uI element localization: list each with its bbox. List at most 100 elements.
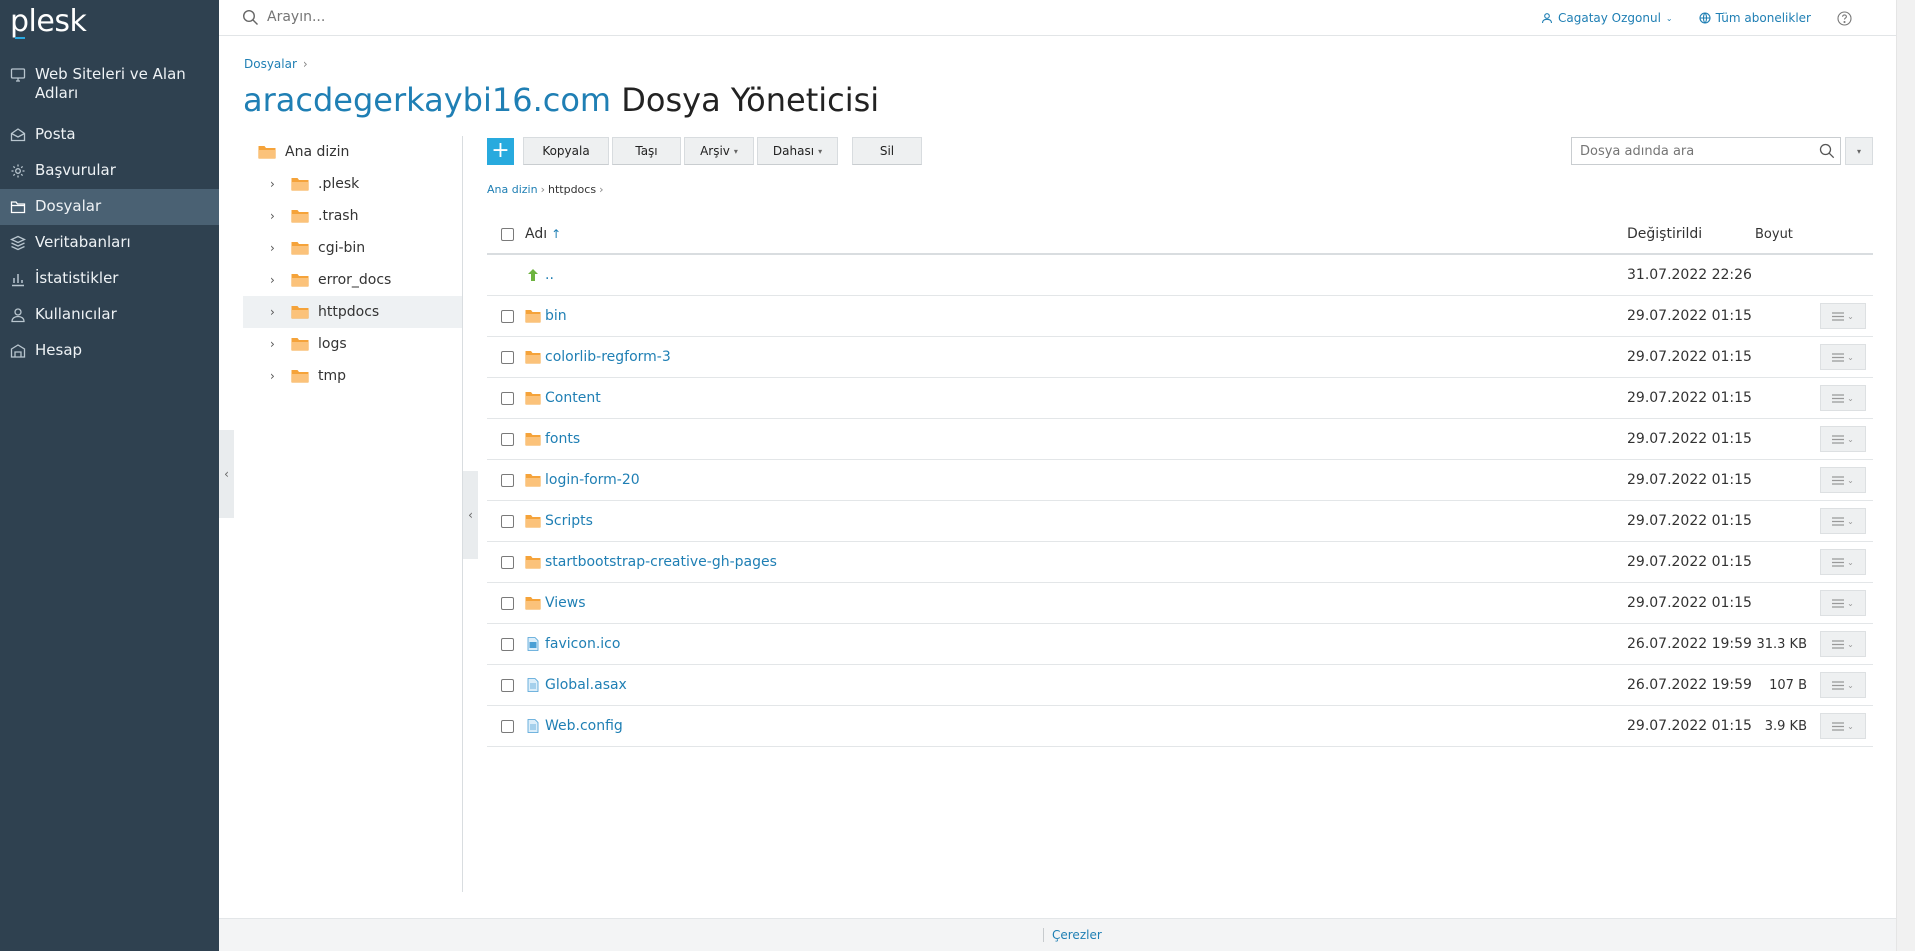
- sidebar-item-users[interactable]: Kullanıcılar: [0, 297, 219, 333]
- sidebar-item-websites[interactable]: Web Siteleri ve Alan Adları: [0, 62, 219, 117]
- table-row[interactable]: startbootstrap-creative-gh-pages 29.07.20…: [487, 542, 1873, 583]
- file-name-link[interactable]: fonts: [545, 431, 580, 447]
- row-checkbox[interactable]: [500, 637, 514, 651]
- global-search-input[interactable]: [267, 6, 567, 28]
- file-name-link[interactable]: bin: [545, 308, 567, 324]
- file-name-link[interactable]: login-form-20: [545, 472, 640, 488]
- sidebar-item-applications[interactable]: Başvurular: [0, 153, 219, 189]
- name-column-header[interactable]: Adı ↑: [525, 226, 1627, 242]
- row-actions-button[interactable]: ⌄: [1820, 713, 1866, 739]
- select-all-checkbox[interactable]: [500, 227, 514, 241]
- folder-icon: [291, 306, 309, 319]
- tree-item-plesk[interactable]: › .plesk: [243, 168, 463, 200]
- row-checkbox[interactable]: [500, 514, 514, 528]
- tree-collapse-handle[interactable]: ‹: [463, 471, 478, 559]
- file-name-link[interactable]: Views: [545, 595, 586, 611]
- table-row[interactable]: fonts 29.07.2022 01:15 ⌄: [487, 419, 1873, 460]
- row-actions-button[interactable]: ⌄: [1820, 549, 1866, 575]
- search-icon[interactable]: [1819, 143, 1835, 159]
- chevron-right-icon[interactable]: ›: [270, 305, 282, 319]
- file-name-link[interactable]: Web.config: [545, 718, 623, 734]
- row-actions-button[interactable]: ⌄: [1820, 590, 1866, 616]
- menu-icon: [1832, 557, 1845, 567]
- tree-item-httpdocs[interactable]: › httpdocs: [243, 296, 463, 328]
- row-checkbox[interactable]: [500, 596, 514, 610]
- file-name-link[interactable]: Content: [545, 390, 601, 406]
- sidebar-item-databases[interactable]: Veritabanları: [0, 225, 219, 261]
- chevron-right-icon[interactable]: ›: [270, 273, 282, 287]
- table-row[interactable]: Global.asax 26.07.2022 19:59 107 B ⌄: [487, 665, 1873, 706]
- sidebar-item-files[interactable]: Dosyalar: [0, 189, 219, 225]
- table-row[interactable]: Views 29.07.2022 01:15 ⌄: [487, 583, 1873, 624]
- modified-column-header[interactable]: Değiştirildi: [1627, 226, 1755, 242]
- path-root-link[interactable]: Ana dizin: [487, 183, 538, 196]
- user-menu[interactable]: Cagatay Ozgonul ⌄: [1541, 11, 1673, 25]
- breadcrumb-files-link[interactable]: Dosyalar: [244, 57, 297, 71]
- table-row[interactable]: Content 29.07.2022 01:15 ⌄: [487, 378, 1873, 419]
- row-checkbox[interactable]: [500, 350, 514, 364]
- search-options-dropdown[interactable]: ▾: [1845, 137, 1873, 165]
- row-actions-button[interactable]: ⌄: [1820, 344, 1866, 370]
- tree-item-root[interactable]: Ana dizin: [243, 136, 463, 168]
- table-row[interactable]: favicon.ico 26.07.2022 19:59 31.3 KB ⌄: [487, 624, 1873, 665]
- row-actions-button[interactable]: ⌄: [1820, 303, 1866, 329]
- row-actions-button[interactable]: ⌄: [1820, 467, 1866, 493]
- file-name-link[interactable]: Global.asax: [545, 677, 627, 693]
- sidebar-collapse-handle[interactable]: ‹: [219, 430, 234, 518]
- parent-directory-link[interactable]: ..: [545, 267, 554, 283]
- row-checkbox[interactable]: [500, 678, 514, 692]
- file-name-link[interactable]: startbootstrap-creative-gh-pages: [545, 554, 777, 570]
- size-column-header[interactable]: Boyut: [1755, 227, 1815, 242]
- modified-cell: 29.07.2022 01:15: [1627, 308, 1752, 324]
- plesk-logo[interactable]: plesk: [10, 4, 87, 39]
- cookies-link[interactable]: Çerezler: [1043, 928, 1102, 942]
- sidebar-item-statistics[interactable]: İstatistikler: [0, 261, 219, 297]
- tree-item-error-docs[interactable]: › error_docs: [243, 264, 463, 296]
- file-name-link[interactable]: colorlib-regform-3: [545, 349, 671, 365]
- file-name-link[interactable]: Scripts: [545, 513, 593, 529]
- delete-button[interactable]: Sil: [852, 137, 922, 165]
- tree-item-cgi-bin[interactable]: › cgi-bin: [243, 232, 463, 264]
- row-checkbox[interactable]: [500, 432, 514, 446]
- chevron-right-icon[interactable]: ›: [270, 177, 282, 191]
- sidebar-item-account[interactable]: Hesap: [0, 333, 219, 369]
- tree-item-trash[interactable]: › .trash: [243, 200, 463, 232]
- help-icon[interactable]: [1837, 10, 1852, 26]
- plus-icon: +: [491, 138, 510, 163]
- checkbox-cell: [487, 432, 525, 446]
- row-checkbox[interactable]: [500, 391, 514, 405]
- add-button[interactable]: +: [487, 137, 514, 165]
- chevron-right-icon[interactable]: ›: [270, 369, 282, 383]
- chevron-right-icon[interactable]: ›: [270, 337, 282, 351]
- table-row[interactable]: colorlib-regform-3 29.07.2022 01:15 ⌄: [487, 337, 1873, 378]
- chevron-right-icon[interactable]: ›: [270, 209, 282, 223]
- sidebar-item-mail[interactable]: Posta: [0, 117, 219, 153]
- scrollbar[interactable]: [1896, 0, 1915, 951]
- file-search-input[interactable]: [1572, 138, 1802, 164]
- more-button[interactable]: Dahası ▾: [757, 137, 838, 165]
- archive-button[interactable]: Arşiv ▾: [684, 137, 754, 165]
- row-checkbox[interactable]: [500, 473, 514, 487]
- tree-item-tmp[interactable]: › tmp: [243, 360, 463, 392]
- row-checkbox[interactable]: [500, 555, 514, 569]
- table-row[interactable]: Web.config 29.07.2022 01:15 3.9 KB ⌄: [487, 706, 1873, 747]
- row-actions-button[interactable]: ⌄: [1820, 385, 1866, 411]
- row-checkbox[interactable]: [500, 309, 514, 323]
- tree-item-logs[interactable]: › logs: [243, 328, 463, 360]
- file-name-link[interactable]: favicon.ico: [545, 636, 620, 652]
- name-cell: Views: [525, 595, 1627, 611]
- chevron-right-icon[interactable]: ›: [270, 241, 282, 255]
- row-actions-button[interactable]: ⌄: [1820, 508, 1866, 534]
- page-title-domain[interactable]: aracdegerkaybi16.com: [243, 81, 611, 119]
- row-actions-button[interactable]: ⌄: [1820, 672, 1866, 698]
- table-row[interactable]: bin 29.07.2022 01:15 ⌄: [487, 296, 1873, 337]
- row-actions-button[interactable]: ⌄: [1820, 426, 1866, 452]
- move-button[interactable]: Taşı: [612, 137, 681, 165]
- row-actions-button[interactable]: ⌄: [1820, 631, 1866, 657]
- copy-button[interactable]: Kopyala: [523, 137, 609, 165]
- table-row[interactable]: login-form-20 29.07.2022 01:15 ⌄: [487, 460, 1873, 501]
- table-row[interactable]: Scripts 29.07.2022 01:15 ⌄: [487, 501, 1873, 542]
- row-checkbox[interactable]: [500, 719, 514, 733]
- subscriptions-link[interactable]: Tüm abonelikler: [1699, 11, 1811, 25]
- menu-icon: [1832, 393, 1845, 403]
